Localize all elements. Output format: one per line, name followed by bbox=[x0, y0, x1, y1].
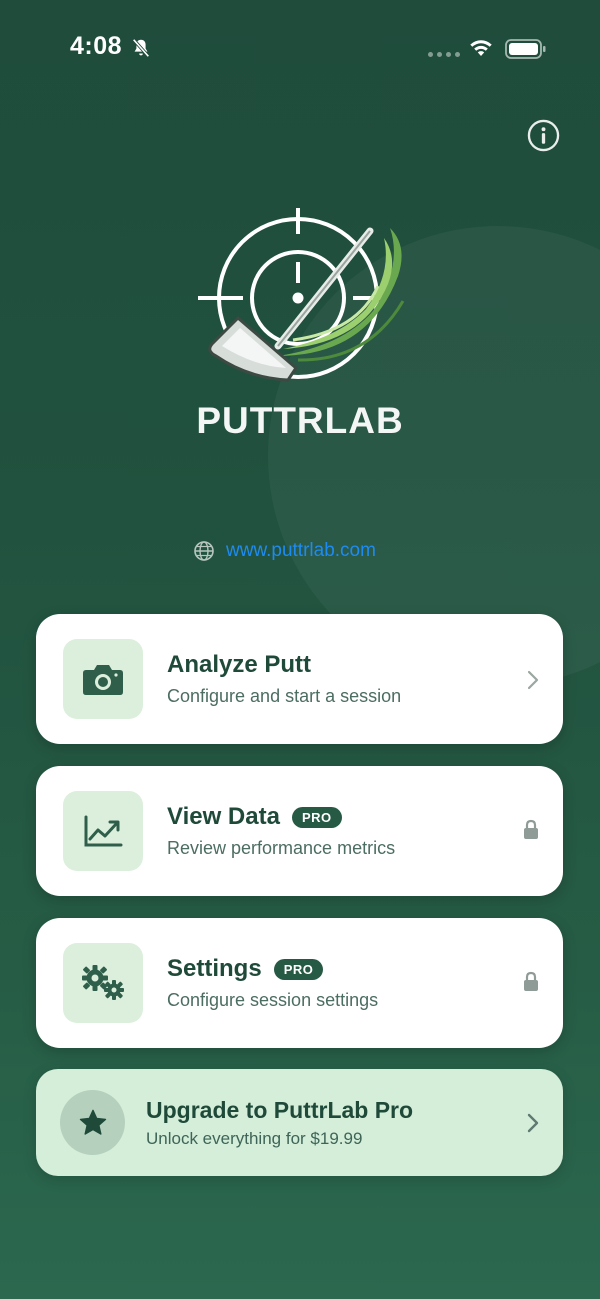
globe-icon bbox=[194, 541, 214, 561]
settings-card[interactable]: Settings PRO Configure session settings bbox=[36, 918, 563, 1048]
analyze-putt-title: Analyze Putt bbox=[167, 651, 312, 678]
analyze-putt-card[interactable]: Analyze Putt Configure and start a sessi… bbox=[36, 614, 563, 744]
upgrade-icon-circle bbox=[60, 1090, 125, 1155]
upgrade-subtitle: Unlock everything for $19.99 bbox=[146, 1129, 363, 1148]
pro-badge: PRO bbox=[291, 806, 342, 828]
upgrade-pro-button[interactable]: Upgrade to PuttrLab Pro Unlock everythin… bbox=[36, 1069, 563, 1176]
wifi-icon bbox=[470, 40, 492, 56]
app-logo bbox=[198, 208, 405, 382]
analyze-putt-subtitle: Configure and start a session bbox=[167, 686, 402, 706]
view-data-subtitle: Review performance metrics bbox=[167, 838, 396, 858]
chevron-right-icon bbox=[527, 670, 539, 690]
chart-icon bbox=[84, 815, 123, 847]
camera-icon bbox=[83, 665, 123, 695]
gears-icon bbox=[82, 965, 124, 1000]
website-row: www.puttrlab.com bbox=[193, 540, 376, 562]
lock-icon bbox=[524, 971, 538, 991]
home-screen: 4:08 PUTTRLAB www.puttrlab.com Analyze P… bbox=[0, 0, 600, 1299]
info-icon[interactable] bbox=[527, 119, 560, 152]
pro-badge: PRO bbox=[273, 958, 324, 980]
card-icon-box bbox=[63, 943, 143, 1023]
battery-icon bbox=[505, 39, 546, 59]
bell-slash-icon bbox=[132, 38, 150, 58]
card-title-row: Analyze Putt bbox=[167, 651, 311, 679]
signal-dots-icon bbox=[428, 52, 460, 57]
card-icon-box bbox=[63, 791, 143, 871]
card-title-row: Settings PRO bbox=[167, 955, 324, 983]
app-title: PUTTRLAB bbox=[196, 400, 404, 441]
view-data-title: View Data bbox=[167, 803, 280, 830]
lock-icon bbox=[524, 819, 538, 839]
view-data-card[interactable]: View Data PRO Review performance metrics bbox=[36, 766, 563, 896]
upgrade-title: Upgrade to PuttrLab Pro bbox=[146, 1097, 414, 1123]
status-time: 4:08 bbox=[70, 32, 123, 60]
settings-subtitle: Configure session settings bbox=[167, 990, 379, 1010]
settings-title: Settings bbox=[167, 955, 262, 982]
card-icon-box bbox=[63, 639, 143, 719]
website-link[interactable]: www.puttrlab.com bbox=[226, 540, 376, 562]
card-title-row: View Data PRO bbox=[167, 803, 342, 831]
star-icon bbox=[79, 1109, 106, 1135]
chevron-right-icon bbox=[527, 1113, 539, 1133]
